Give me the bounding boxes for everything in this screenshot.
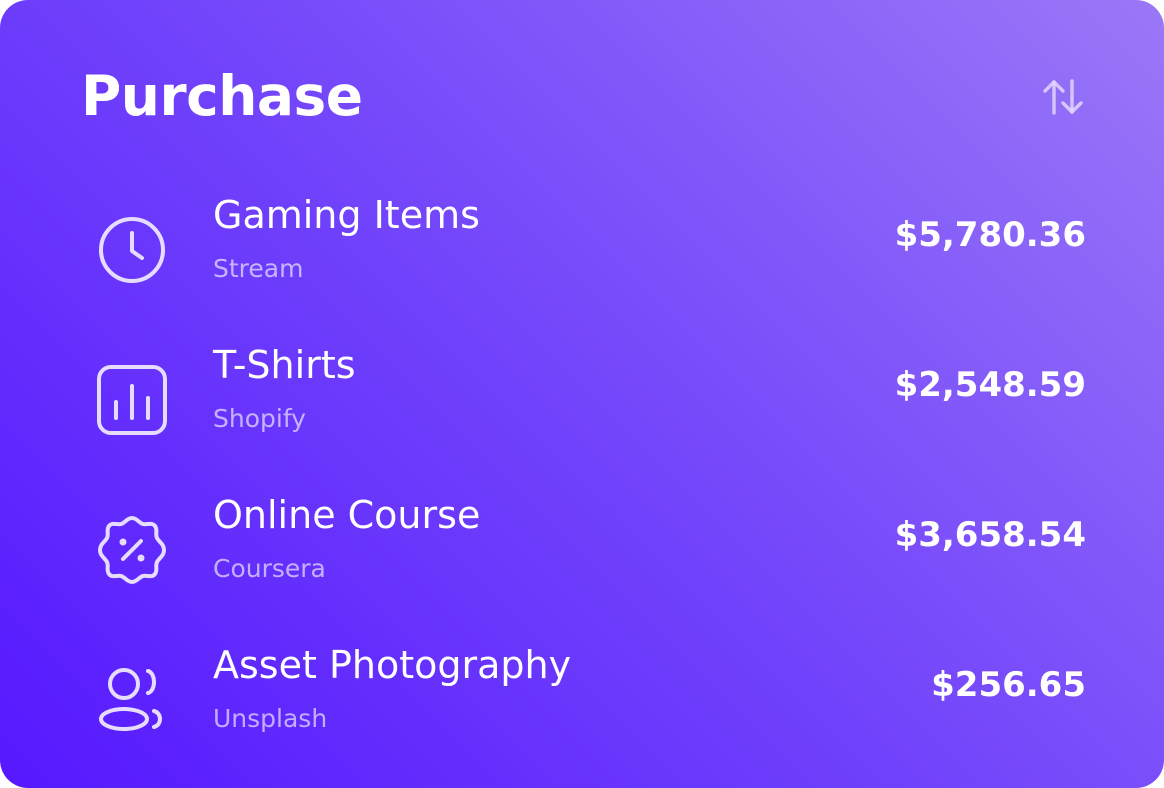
purchase-amount: $2,548.59 (894, 365, 1086, 405)
purchase-source: Shopify (213, 404, 306, 433)
sort-arrows-icon (1043, 79, 1083, 115)
bar-chart-icon (92, 360, 172, 440)
purchase-source: Unsplash (213, 704, 328, 733)
sort-button[interactable] (1038, 74, 1088, 120)
purchase-card: Purchase Gaming Items Stream $5,780.36 T… (0, 0, 1164, 788)
discount-badge-icon (92, 510, 172, 590)
clock-icon (92, 210, 172, 290)
purchase-row[interactable]: Online Course Coursera $3,658.54 (0, 490, 1164, 640)
purchase-row[interactable]: Gaming Items Stream $5,780.36 (0, 190, 1164, 340)
purchase-source: Stream (213, 254, 304, 283)
users-icon (92, 660, 172, 740)
purchase-name: Gaming Items (213, 193, 480, 237)
purchase-amount: $256.65 (931, 665, 1086, 705)
purchase-amount: $5,780.36 (894, 215, 1086, 255)
purchase-row[interactable]: Asset Photography Unsplash $256.65 (0, 640, 1164, 788)
purchase-row[interactable]: T-Shirts Shopify $2,548.59 (0, 340, 1164, 490)
card-title: Purchase (81, 64, 363, 128)
purchase-source: Coursera (213, 554, 326, 583)
purchase-name: Asset Photography (213, 643, 572, 687)
purchase-name: Online Course (213, 493, 481, 537)
purchase-name: T-Shirts (213, 343, 356, 387)
purchase-amount: $3,658.54 (894, 515, 1086, 555)
